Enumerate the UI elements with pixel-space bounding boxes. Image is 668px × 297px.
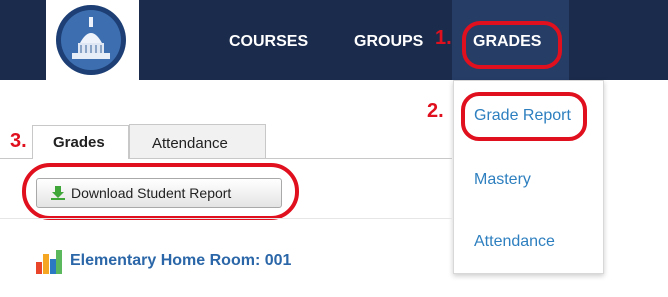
room-title-link[interactable]: Elementary Home Room: 001 — [70, 252, 291, 270]
highlight-ring-download — [22, 163, 299, 220]
top-navbar: COURSES GROUPS GRADES — [0, 0, 668, 80]
nav-courses[interactable]: COURSES — [229, 33, 308, 51]
menu-item-mastery[interactable]: Mastery — [474, 171, 531, 189]
nav-groups[interactable]: GROUPS — [354, 33, 423, 51]
highlight-ring-grade-report — [461, 92, 587, 141]
capitol-dome-logo-icon — [56, 5, 126, 75]
tab-attendance[interactable]: Attendance — [129, 124, 266, 158]
annotation-2: 2. — [427, 100, 444, 122]
highlight-ring-grades — [462, 21, 562, 69]
section-divider — [0, 218, 452, 219]
annotation-1: 1. — [435, 27, 452, 49]
tab-grades-label: Grades — [53, 134, 105, 151]
tab-grades[interactable]: Grades — [32, 125, 129, 159]
menu-item-attendance[interactable]: Attendance — [474, 233, 555, 251]
bar-chart-icon — [36, 250, 62, 279]
school-logo[interactable] — [46, 0, 139, 80]
tab-attendance-label: Attendance — [152, 135, 228, 152]
annotation-3: 3. — [10, 130, 27, 152]
